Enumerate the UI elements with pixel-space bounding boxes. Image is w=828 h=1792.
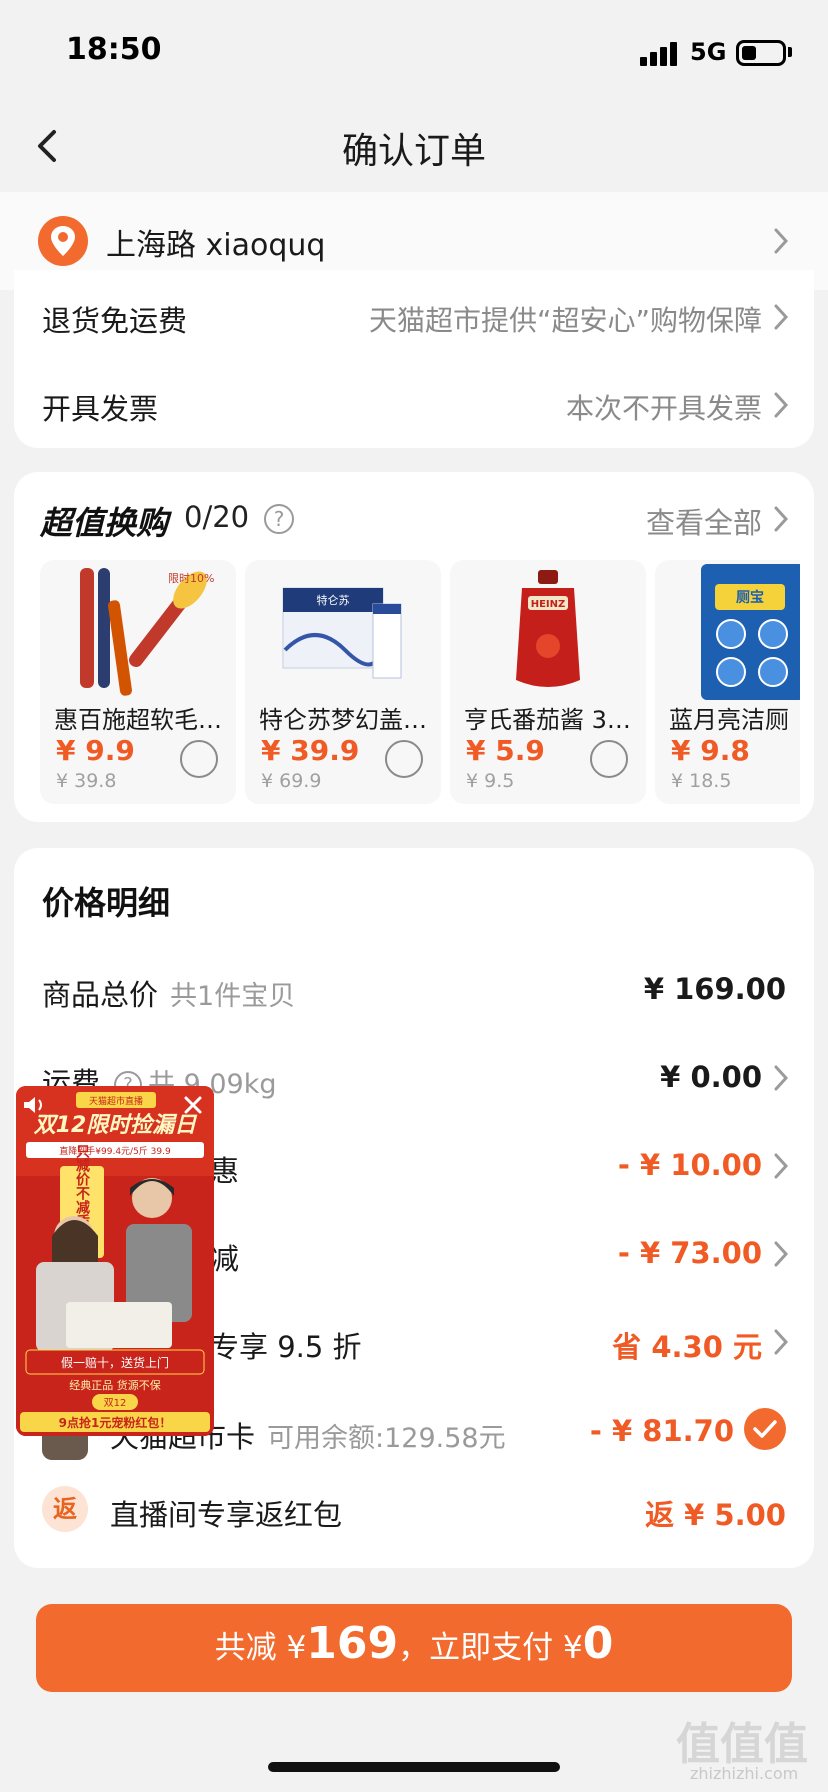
product-name: 特仑苏梦幻盖 … — [259, 706, 431, 734]
discount-label-3: 专享 9.5 折 — [210, 1330, 362, 1364]
chevron-right-icon — [772, 1327, 790, 1357]
chevron-right-icon — [772, 1151, 790, 1181]
product-price: ¥ 5.9 — [466, 734, 545, 767]
invoice-value: 本次不开具发票 — [565, 392, 762, 425]
chevron-right-icon — [772, 390, 790, 420]
pay-button[interactable]: 共减 ¥169，立即支付 ¥0 — [36, 1604, 792, 1692]
ketchup-image: HEINZ — [516, 570, 580, 687]
invoice-label: 开具发票 — [42, 392, 159, 426]
toothbrush-image: 限时10% — [80, 568, 214, 696]
pay-button-text: 共减 ¥169，立即支付 ¥0 — [214, 1618, 614, 1669]
select-radio[interactable] — [180, 740, 218, 778]
swap-card: 超值换购 0/20 ? 查看全部 限时10% 惠百施超软毛… ¥ 9.9 ¥ 3… — [14, 472, 814, 822]
total-count: 共1件宝贝 — [170, 981, 296, 1012]
total-value: ¥ 169.00 — [643, 972, 786, 1006]
return-shipping-value: 天猫超市提供“超安心”购物保障 — [368, 304, 762, 337]
chevron-right-icon — [772, 1239, 790, 1269]
swap-product-card[interactable]: 厕宝 蓝月亮洁厕 ¥ 9.8 ¥ 18.5 — [655, 560, 800, 804]
image-label: 厕宝 — [736, 589, 764, 606]
product-name: 惠百施超软毛… — [54, 706, 222, 734]
image-label: 限时10% — [168, 572, 214, 585]
select-radio[interactable] — [385, 740, 423, 778]
page-title: 确认订单 — [341, 131, 486, 172]
status-bar: 18:50 5G — [0, 0, 828, 100]
discount-value-1[interactable]: - ¥ 10.00 — [618, 1148, 762, 1182]
checkmark-icon[interactable] — [744, 1408, 786, 1450]
milk-box-image: 特仑苏 — [282, 587, 402, 679]
store-card-value: - ¥ 81.70 — [589, 1414, 734, 1448]
toilet-cleaner-image: 厕宝 — [701, 564, 800, 700]
chevron-right-icon — [772, 226, 790, 256]
signal-icon — [640, 40, 678, 66]
swap-count: 0/20 — [184, 500, 250, 534]
product-price: ¥ 9.8 — [671, 734, 750, 767]
total-row: 商品总价 共1件宝贝 — [42, 972, 295, 1014]
swap-title: 超值换购 — [40, 504, 169, 542]
swap-product-card[interactable]: HEINZ 亨氏番茄酱 32… ¥ 5.9 ¥ 9.5 — [450, 560, 646, 804]
view-all-link[interactable]: 查看全部 — [646, 500, 762, 542]
total-label: 商品总价 — [42, 978, 159, 1012]
bottom-bar: 共减 ¥169，立即支付 ¥0 值值值 zhizhizhi.com — [0, 1588, 828, 1792]
speaker-icon[interactable] — [22, 1094, 48, 1116]
chevron-right-icon — [772, 302, 790, 332]
address-text: 上海路 xiaoquq — [106, 228, 326, 263]
product-original-price: ¥ 18.5 — [671, 770, 732, 792]
help-icon[interactable]: ? — [264, 504, 294, 534]
live-headline: 双12限时捡漏日 — [33, 1112, 199, 1138]
product-price: ¥ 9.9 — [56, 734, 135, 767]
return-shipping-label: 退货免运费 — [42, 304, 188, 338]
live-footer: 9点抢1元宠粉红包！ — [59, 1415, 172, 1430]
redpacket-value: 返 ¥ 5.00 — [645, 1498, 786, 1532]
product-original-price: ¥ 9.5 — [466, 770, 515, 792]
image-label: HEINZ — [531, 599, 566, 610]
live-banner-2: 经典正品 货源不保 — [69, 1378, 161, 1392]
live-banner-1: 假一赔十，送货上门 — [61, 1355, 169, 1370]
close-icon[interactable] — [182, 1094, 204, 1116]
discount-label-2: 减 — [210, 1242, 240, 1276]
image-label: 特仑苏 — [317, 593, 350, 607]
live-stream-video: 天猫超市直播 双12限时捡漏日 直降到手¥99.4元/5斤 39.9 只减价不减… — [16, 1086, 214, 1436]
live-tag: 双12 — [104, 1397, 127, 1409]
store-card-balance: 可用余额:129.58元 — [267, 1423, 506, 1454]
live-brand: 天猫超市直播 — [89, 1095, 143, 1107]
watermark-url: zhizhizhi.com — [690, 1764, 799, 1783]
product-original-price: ¥ 39.8 — [56, 770, 117, 792]
redpacket-label: 直播间专享返红包 — [110, 1498, 343, 1532]
location-pin-icon — [38, 216, 88, 266]
swap-product-card[interactable]: 特仑苏 特仑苏梦幻盖 … ¥ 39.9 ¥ 69.9 — [245, 560, 441, 804]
status-time: 18:50 — [66, 32, 162, 67]
product-name: 蓝月亮洁厕 — [669, 706, 789, 734]
discount-value-2[interactable]: - ¥ 73.00 — [618, 1236, 762, 1270]
service-card: 退货免运费 天猫超市提供“超安心”购物保障 开具发票 本次不开具发票 — [14, 270, 814, 448]
watermark-logo: 值值值 — [676, 1719, 808, 1770]
discount-label-1: 惠 — [210, 1154, 240, 1188]
product-name: 亨氏番茄酱 32… — [464, 706, 636, 734]
return-badge-icon: 返 — [42, 1486, 88, 1532]
select-radio[interactable] — [590, 740, 628, 778]
live-stream-float[interactable]: 天猫超市直播 双12限时捡漏日 直降到手¥99.4元/5斤 39.9 只减价不减… — [16, 1086, 214, 1436]
battery-icon — [736, 40, 786, 66]
price-detail-title: 价格明细 — [42, 884, 171, 922]
home-indicator — [268, 1762, 560, 1772]
network-label: 5G — [690, 38, 727, 66]
chevron-right-icon — [772, 504, 790, 534]
product-price: ¥ 39.9 — [261, 734, 360, 767]
discount-value-3[interactable]: 省 4.30 元 — [612, 1324, 762, 1366]
swap-product-card[interactable]: 限时10% 惠百施超软毛… ¥ 9.9 ¥ 39.8 — [40, 560, 236, 804]
swap-product-list[interactable]: 限时10% 惠百施超软毛… ¥ 9.9 ¥ 39.8 特仑苏 特仑苏梦幻盖 … … — [40, 560, 800, 804]
nav-bar: 确认订单 — [0, 100, 828, 192]
chevron-right-icon — [772, 1063, 790, 1093]
shipping-value: ¥ 0.00 — [660, 1060, 762, 1094]
battery-tip — [788, 47, 792, 57]
product-original-price: ¥ 69.9 — [261, 770, 322, 792]
